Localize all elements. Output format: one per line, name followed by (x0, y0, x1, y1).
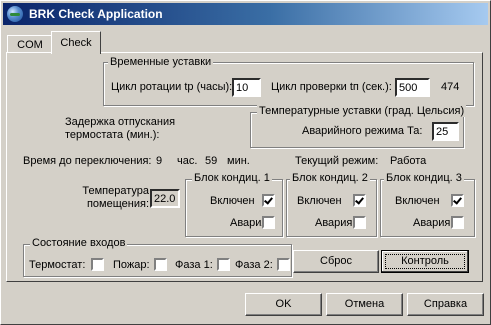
window-title: BRK Check Application (29, 7, 163, 21)
input-phase1-checkbox[interactable] (217, 258, 230, 271)
ac-unit-2-alarm-checkbox[interactable] (353, 216, 366, 229)
ac-unit-3-alarm-checkbox[interactable] (451, 216, 464, 229)
check-cycle-current: 474 (441, 81, 460, 93)
ac-unit-2-group: Блок кондиц. 2 Включен Авария: (286, 172, 377, 237)
switch-time-minutes-unit: мин. (227, 155, 250, 167)
switch-time-minutes: 59 (205, 155, 218, 167)
tab-com[interactable]: COM (7, 35, 53, 53)
room-temp-label: Температура помещения: (82, 185, 149, 210)
input-phase2-checkbox[interactable] (277, 258, 290, 271)
reset-button[interactable]: Сброс (293, 250, 379, 273)
current-mode-label: Текущий режим: (295, 155, 379, 167)
ac-unit-1-enabled-label: Включен (210, 195, 255, 207)
ac-unit-1-alarm-checkbox[interactable] (262, 216, 275, 229)
temp-settings-group: Температурные уставки (град. Цельсия) Ав… (250, 105, 467, 148)
ok-button[interactable]: OK (245, 293, 322, 316)
ac-unit-2-alarm-label: Авария: (315, 217, 356, 229)
tab-check[interactable]: Check (51, 31, 101, 54)
globe-icon (7, 6, 23, 22)
input-phase1-label: Фаза 1: (175, 259, 213, 271)
check-tab-panel: Временные уставки Цикл ротации tр (часы)… (6, 52, 483, 282)
inputs-state-title: Состояние входов (30, 237, 128, 249)
switch-time-hours-unit: час. (177, 155, 198, 167)
ac-unit-1-group: Блок кондиц. 1 Включен Авария: (185, 172, 283, 237)
time-settings-group: Временные уставки Цикл ротации tр (часы)… (103, 56, 474, 106)
ac-unit-3-alarm-label: Авария: (413, 217, 454, 229)
ac-unit-3-group: Блок кондиц. 3 Включен Авария: (380, 172, 475, 237)
input-phase2-label: Фаза 2: (235, 259, 273, 271)
cancel-button[interactable]: Отмена (326, 293, 403, 316)
input-fire-label: Пожар: (113, 259, 150, 271)
ac-unit-3-title: Блок кондиц. 3 (384, 172, 464, 184)
input-thermostat-checkbox[interactable] (91, 258, 104, 271)
inputs-state-group: Состояние входов Термостат: Пожар: Фаза … (23, 237, 292, 277)
ac-unit-1-title: Блок кондиц. 1 (192, 172, 272, 184)
check-cycle-label: Цикл проверки tп (сек.): (271, 81, 392, 93)
current-mode-value: Работа (390, 155, 427, 167)
dialog-window: BRK Check Application COM Check Временны… (0, 0, 491, 325)
help-button[interactable]: Справка (407, 293, 484, 316)
temp-settings-title: Температурные уставки (град. Цельсия) (257, 105, 467, 117)
input-thermostat-label: Термостат: (29, 259, 86, 271)
alarm-mode-input[interactable]: 25 (432, 122, 459, 141)
ac-unit-2-enabled-checkbox[interactable] (353, 194, 366, 207)
rotation-cycle-input[interactable]: 10 (232, 78, 261, 97)
room-temp-value: 22.0 (150, 189, 180, 208)
time-settings-title: Временные уставки (108, 56, 214, 68)
ac-unit-2-enabled-label: Включен (297, 195, 342, 207)
switch-time-hours: 9 (156, 155, 163, 167)
ac-unit-3-enabled-label: Включен (395, 195, 440, 207)
ac-unit-1-enabled-checkbox[interactable] (262, 194, 275, 207)
ac-unit-3-enabled-checkbox[interactable] (451, 194, 464, 207)
alarm-mode-label: Аварийного режима Та: (302, 125, 423, 137)
input-fire-checkbox[interactable] (154, 258, 167, 271)
title-bar[interactable]: BRK Check Application (3, 3, 488, 25)
control-button[interactable]: Контроль (381, 250, 469, 273)
rotation-cycle-label: Цикл ротации tр (часы): (111, 81, 233, 93)
thermostat-delay-label: Задержка отпускания термостата (мин.): (65, 116, 176, 141)
ac-unit-2-title: Блок кондиц. 2 (290, 172, 370, 184)
switch-time-label: Время до переключения: (23, 155, 152, 167)
check-cycle-input[interactable]: 500 (395, 78, 430, 97)
